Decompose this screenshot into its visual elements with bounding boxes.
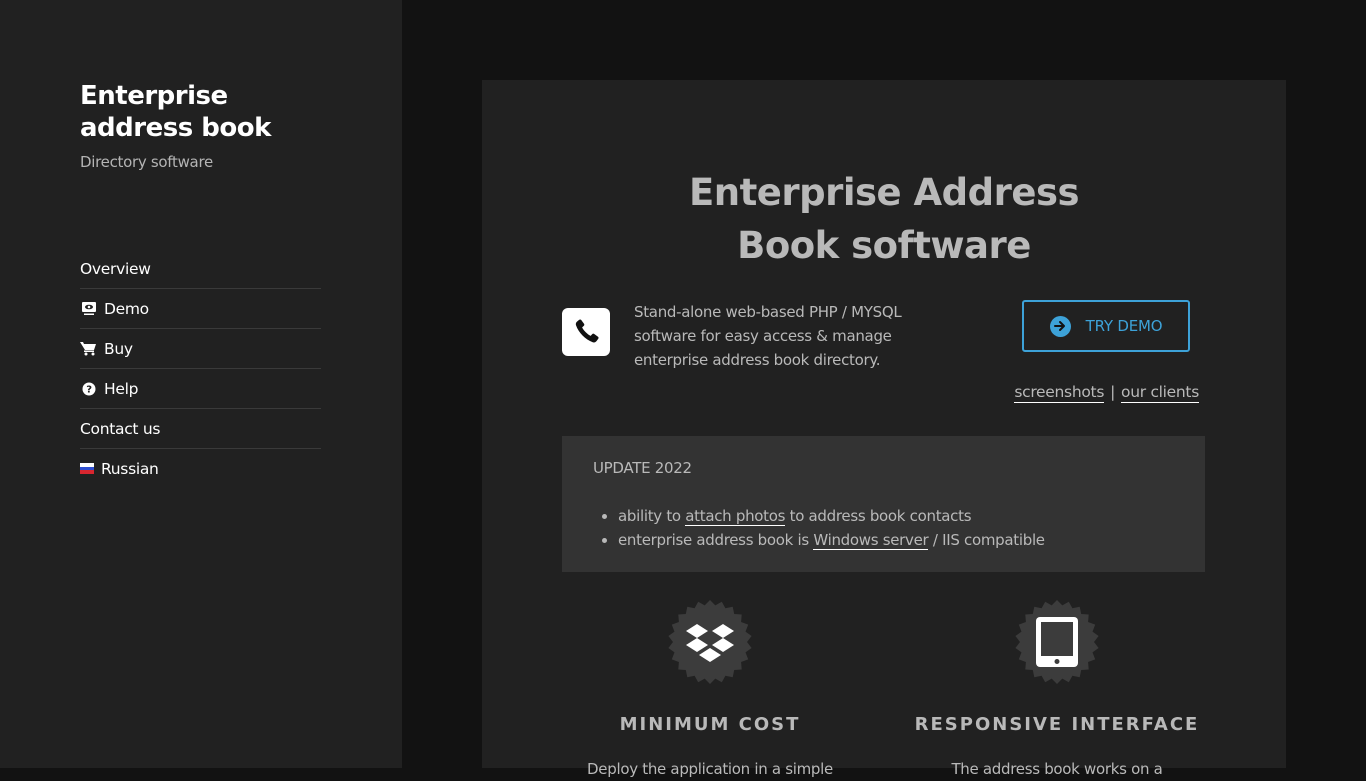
feature-title: MINIMUM COST [619,714,801,735]
update-item: enterprise address book is Windows serve… [618,528,1045,552]
nav-label: Overview [80,259,151,278]
nav-label: Russian [101,459,159,478]
feature-title: RESPONSIVE INTERFACE [914,714,1200,735]
feature-minimum-cost: MINIMUM COST Deploy the application in a… [560,600,860,781]
attach-photos-link[interactable]: attach photos [685,507,785,526]
link-separator: | [1110,383,1116,401]
nav-label: Demo [104,299,149,318]
update-text: enterprise address book is [618,531,814,549]
feature-text: The address book works on a [951,760,1163,778]
russian-flag-icon [80,463,94,475]
windows-server-link[interactable]: Windows server [813,531,929,550]
nav-item-buy[interactable]: Buy [80,329,321,369]
nav-item-russian[interactable]: Russian [80,449,321,488]
nav-item-overview[interactable]: Overview [80,249,321,289]
page-title: Enterprise Address Book software [688,171,1080,267]
nav-label: Buy [104,339,133,358]
update-text: / IIS compatible [928,531,1045,549]
screenshots-link[interactable]: screenshots [1014,383,1104,403]
update-title: UPDATE 2022 [593,459,692,477]
update-item: ability to attach photos to address book… [618,504,1045,528]
svg-text:?: ? [86,384,92,395]
dropbox-icon [668,600,752,684]
monitor-eye-icon [80,301,97,317]
try-demo-button[interactable]: TRY DEMO [1022,300,1190,352]
sidebar: Enterprise address book Directory softwa… [0,0,402,768]
our-clients-link[interactable]: our clients [1121,383,1199,403]
update-list: ability to attach photos to address book… [593,504,1045,552]
try-demo-label: TRY DEMO [1085,317,1163,335]
question-circle-icon: ? [80,381,97,397]
brand-subtitle: Directory software [80,153,213,171]
nav-item-contact[interactable]: Contact us [80,409,321,449]
update-text: ability to [618,507,686,525]
secondary-links: screenshots | our clients [1014,383,1199,403]
phone-icon [562,308,610,356]
intro-text: Stand-alone web-based PHP / MYSQL softwa… [634,303,902,369]
nav-label: Help [104,379,139,398]
tablet-icon [1015,600,1099,684]
nav-label: Contact us [80,419,161,438]
feature-responsive-interface: RESPONSIVE INTERFACE The address book wo… [907,600,1207,781]
update-box: UPDATE 2022 ability to attach photos to … [562,436,1205,572]
nav-item-help[interactable]: ? Help [80,369,321,409]
feature-text: Deploy the application in a simple [587,760,833,778]
update-text: to address book contacts [785,507,972,525]
nav-item-demo[interactable]: Demo [80,289,321,329]
sidebar-nav: Overview Demo Buy ? Help Contact us Russ… [80,249,321,488]
brand-title[interactable]: Enterprise address book [80,80,340,144]
main-card: Enterprise Address Book software Stand-a… [482,80,1286,778]
cart-icon [80,341,97,357]
arrow-right-circle-icon [1049,315,1071,337]
